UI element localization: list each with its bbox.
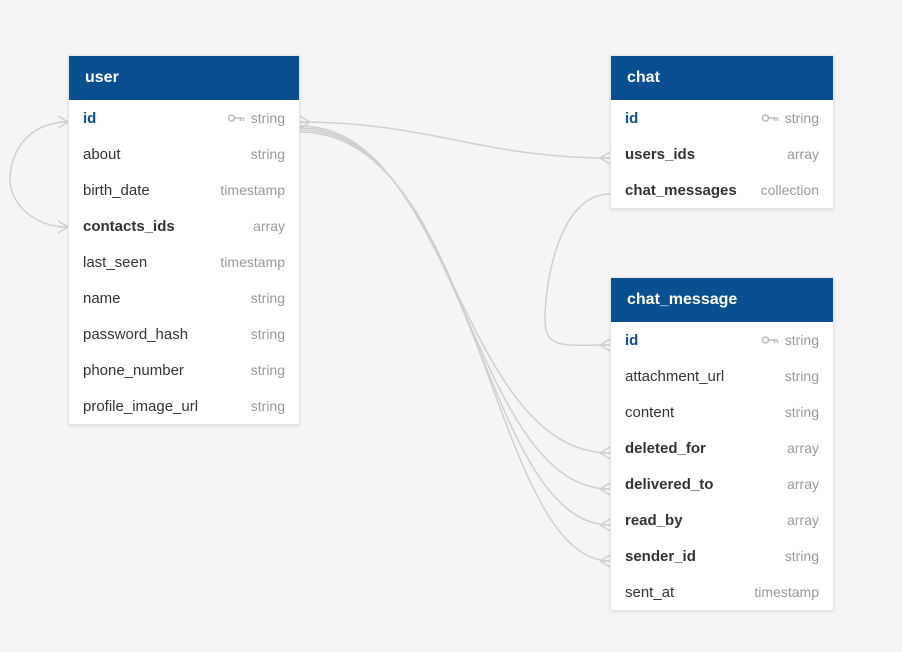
field-name: chat_messages [625, 182, 737, 199]
entity-user[interactable]: user idstringaboutstringbirth_datetimest… [68, 55, 300, 425]
entity-chat-message-fields: idstringattachment_urlstringcontentstrin… [611, 322, 833, 610]
field-name: password_hash [83, 326, 188, 343]
field-name: profile_image_url [83, 398, 198, 415]
field-row[interactable]: contacts_ids array [69, 208, 299, 244]
field-row[interactable]: id string [611, 322, 833, 358]
field-type-text: array [253, 218, 285, 234]
field-row[interactable]: name string [69, 280, 299, 316]
field-row[interactable]: users_ids array [611, 136, 833, 172]
field-type: string [785, 368, 819, 384]
field-type: array [253, 218, 285, 234]
field-row[interactable]: id string [611, 100, 833, 136]
key-icon [227, 113, 245, 123]
entity-user-header[interactable]: user [69, 56, 299, 100]
field-row[interactable]: last_seen timestamp [69, 244, 299, 280]
field-type: string [761, 332, 819, 348]
field-name: id [83, 110, 96, 127]
field-name: id [625, 332, 638, 349]
field-name: contacts_ids [83, 218, 175, 235]
key-icon [761, 113, 779, 123]
field-name: birth_date [83, 182, 150, 199]
entity-chat-header[interactable]: chat [611, 56, 833, 100]
field-type: string [227, 110, 285, 126]
field-type-text: string [251, 362, 285, 378]
field-type: collection [761, 182, 819, 198]
field-row[interactable]: password_hash string [69, 316, 299, 352]
field-type-text: string [785, 110, 819, 126]
field-type-text: timestamp [220, 182, 285, 198]
field-name: deleted_for [625, 440, 706, 457]
entity-chat-message-header[interactable]: chat_message [611, 278, 833, 322]
field-row[interactable]: chat_messages collection [611, 172, 833, 208]
key-icon [761, 335, 779, 345]
entity-title: chat [627, 69, 660, 86]
field-type-text: string [251, 110, 285, 126]
field-name: name [83, 290, 121, 307]
field-name: users_ids [625, 146, 695, 163]
field-name: sent_at [625, 584, 674, 601]
field-name: delivered_to [625, 476, 713, 493]
field-name: id [625, 110, 638, 127]
field-row[interactable]: content string [611, 394, 833, 430]
field-row[interactable]: phone_number string [69, 352, 299, 388]
field-type-text: timestamp [220, 254, 285, 270]
field-type-text: string [251, 326, 285, 342]
field-type-text: array [787, 146, 819, 162]
field-name: sender_id [625, 548, 696, 565]
field-type-text: string [785, 404, 819, 420]
diagram-canvas: user idstringaboutstringbirth_datetimest… [0, 0, 902, 652]
field-type: string [251, 326, 285, 342]
field-row[interactable]: about string [69, 136, 299, 172]
field-name: about [83, 146, 121, 163]
field-type-text: string [785, 548, 819, 564]
entity-user-fields: id string about string birth_date timestamp co… [69, 100, 299, 424]
field-name: phone_number [83, 362, 184, 379]
field-type-text: string [785, 332, 819, 348]
field-type: array [787, 440, 819, 456]
field-row[interactable]: read_by array [611, 502, 833, 538]
field-type-text: string [251, 398, 285, 414]
field-name: last_seen [83, 254, 147, 271]
field-type-text: collection [761, 182, 819, 198]
field-type-text: array [787, 512, 819, 528]
field-type: string [251, 290, 285, 306]
field-name: attachment_url [625, 368, 724, 385]
field-type: array [787, 512, 819, 528]
field-type-text: string [785, 368, 819, 384]
field-type: array [787, 476, 819, 492]
field-type-text: array [787, 440, 819, 456]
field-type: string [251, 146, 285, 162]
field-type: timestamp [754, 584, 819, 600]
field-name: read_by [625, 512, 683, 529]
field-row[interactable]: profile_image_url string [69, 388, 299, 424]
field-type: string [251, 398, 285, 414]
field-name: content [625, 404, 674, 421]
field-type-text: array [787, 476, 819, 492]
entity-title: chat_message [627, 291, 737, 308]
field-row[interactable]: birth_date timestamp [69, 172, 299, 208]
field-row[interactable]: deleted_for array [611, 430, 833, 466]
field-type: string [761, 110, 819, 126]
field-row[interactable]: id string [69, 100, 299, 136]
entity-chat[interactable]: chat id string users_ids array chat_messages… [610, 55, 834, 209]
field-type-text: string [251, 290, 285, 306]
field-type: string [251, 362, 285, 378]
field-row[interactable]: sent_at timestamp [611, 574, 833, 610]
entity-chat-message[interactable]: chat_message idstringattachment_urlstrin… [610, 277, 834, 611]
field-row[interactable]: attachment_url string [611, 358, 833, 394]
field-type-text: string [251, 146, 285, 162]
field-type: array [787, 146, 819, 162]
field-type: timestamp [220, 182, 285, 198]
field-type: string [785, 404, 819, 420]
entity-chat-fields: id string users_ids array chat_messages colle… [611, 100, 833, 208]
field-row[interactable]: sender_id string [611, 538, 833, 574]
field-type: string [785, 548, 819, 564]
field-type: timestamp [220, 254, 285, 270]
field-row[interactable]: delivered_to array [611, 466, 833, 502]
field-type-text: timestamp [754, 584, 819, 600]
entity-title: user [85, 69, 119, 86]
